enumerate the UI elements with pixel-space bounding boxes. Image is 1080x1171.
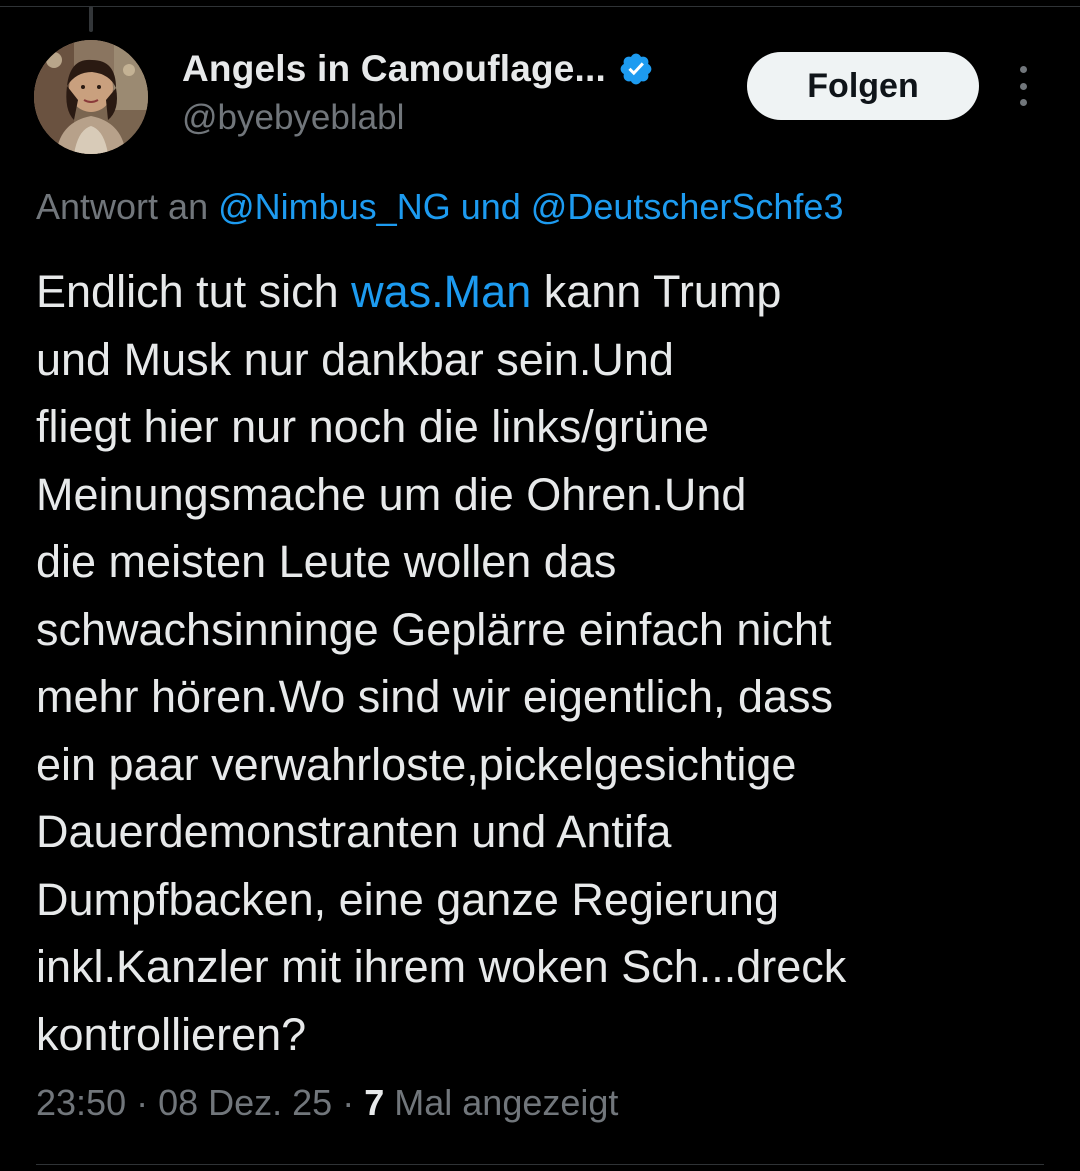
author-name-row[interactable]: Angels in Camouflage... — [182, 48, 654, 90]
tweet-line: Meinungsmache um die Ohren.Und — [36, 468, 747, 520]
follow-button[interactable]: Folgen — [747, 52, 979, 120]
views-label[interactable]: Mal angezeigt — [394, 1082, 618, 1123]
more-dot — [1019, 82, 1027, 90]
more-vertical-icon[interactable] — [1008, 66, 1038, 106]
thread-connector-line — [89, 6, 93, 32]
tweet-line: inkl.Kanzler mit ihrem woken Sch...dreck — [36, 941, 847, 992]
author-handle[interactable]: @byebyeblabl — [182, 98, 404, 138]
verified-badge-icon[interactable] — [618, 51, 654, 87]
tweet-line: ein paar verwahrloste,pickelgesichtige — [36, 738, 797, 790]
top-divider — [0, 6, 1080, 7]
author-display-name[interactable]: Angels in Camouflage... — [182, 48, 606, 90]
tweet-text: Endlich tut sich was.Man kann Trump und … — [36, 258, 1046, 1068]
tweet-line: und Musk nur dankbar sein.Und — [36, 333, 674, 385]
tweet-line: die meisten Leute wollen das — [36, 536, 617, 587]
tweet-line: kontrollieren? — [36, 1008, 307, 1060]
tweet-line: fliegt hier nur noch die links/grüne — [36, 401, 709, 452]
tweet-line: schwachsinninge Geplärre einfach nicht — [36, 603, 832, 655]
bottom-divider — [36, 1164, 1044, 1165]
tweet-date[interactable]: 08 Dez. 25 — [158, 1082, 332, 1123]
reply-context: Antwort an @Nimbus_NG und @DeutscherSchf… — [36, 186, 843, 228]
more-dot — [1019, 66, 1027, 73]
reply-prefix: Antwort an — [36, 186, 209, 227]
more-dot — [1019, 99, 1027, 106]
reply-mentions[interactable]: @Nimbus_NG und @DeutscherSchfe3 — [218, 186, 843, 227]
tweet-line-text: Endlich tut sich — [36, 266, 352, 317]
tweet-link[interactable]: was.Man — [351, 266, 531, 317]
avatar-photo — [34, 40, 148, 154]
tweet-line: Dumpfbacken, eine ganze Regierung — [36, 873, 779, 925]
views-count[interactable]: 7 — [364, 1082, 384, 1123]
tweet-time[interactable]: 23:50 — [36, 1082, 126, 1123]
tweet-line: mehr hören.Wo sind wir eigentlich, dass — [36, 671, 834, 722]
tweet-line-text: kann Trump — [531, 266, 782, 317]
tweet-line: Dauerdemonstranten und Antifa — [36, 806, 672, 857]
tweet-line: Endlich tut sich was.Man kann Trump — [36, 258, 1046, 326]
tweet-meta: 23:50 · 08 Dez. 25 · 7 Mal angezeigt — [36, 1082, 619, 1123]
avatar[interactable] — [34, 40, 148, 154]
